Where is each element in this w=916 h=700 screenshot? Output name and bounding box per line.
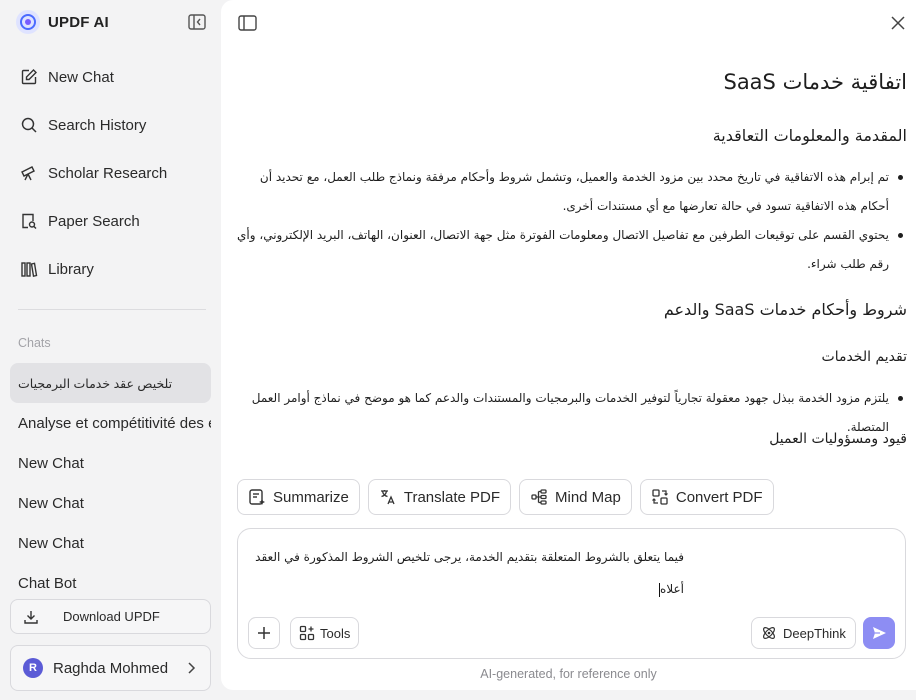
add-attachment-button[interactable]: [248, 617, 280, 649]
nav-new-chat[interactable]: New Chat: [10, 53, 210, 101]
translate-pdf-button[interactable]: Translate PDF: [367, 479, 511, 515]
library-icon: [20, 260, 38, 278]
mind-map-button[interactable]: Mind Map: [519, 479, 632, 515]
user-name: Raghda Mohmed: [53, 659, 169, 677]
toggle-panel-button[interactable]: [238, 15, 258, 31]
chevron-right-icon: [188, 662, 196, 674]
message-input[interactable]: فيما يتعلق بالشروط المتعلقة بتقديم الخدم…: [254, 541, 684, 605]
close-icon: [891, 16, 905, 30]
chat-item[interactable]: New Chat: [10, 523, 211, 563]
sidebar-collapse-icon: [188, 14, 206, 30]
chat-item[interactable]: New Chat: [10, 443, 211, 483]
user-account-button[interactable]: R Raghda Mohmed: [10, 645, 211, 691]
nav-scholar-research[interactable]: Scholar Research: [10, 149, 210, 197]
list-item: يحتوي القسم على توقيعات الطرفين مع تفاصي…: [237, 221, 907, 279]
chat-list: تلخيص عقد خدمات البرمجيات Analyse et com…: [10, 363, 211, 589]
send-icon: [873, 627, 886, 639]
close-button[interactable]: [890, 15, 906, 31]
convert-pdf-button[interactable]: Convert PDF: [639, 479, 774, 515]
summarize-button[interactable]: Summarize: [237, 479, 360, 515]
download-updf-button[interactable]: Download UPDF: [10, 599, 211, 634]
tools-button[interactable]: Tools: [290, 617, 360, 649]
chat-item-active[interactable]: تلخيص عقد خدمات البرمجيات: [10, 363, 211, 403]
doc-title: اتفاقية خدمات SaaS: [723, 70, 907, 94]
panel-toggle-icon: [238, 15, 257, 31]
chat-item[interactable]: Chat Bot: [10, 563, 211, 590]
atom-icon: [763, 627, 775, 639]
list-item: تم إبرام هذه الاتفاقية في تاريخ محدد بين…: [237, 163, 907, 221]
translate-icon: [380, 490, 395, 505]
deepthink-button[interactable]: DeepThink: [751, 617, 856, 649]
nav-paper-search[interactable]: Paper Search: [10, 197, 210, 245]
search-icon: [20, 116, 38, 134]
brand[interactable]: UPDF AI: [16, 10, 109, 34]
download-icon: [24, 610, 38, 624]
telescope-icon: [20, 164, 38, 182]
avatar: R: [23, 658, 43, 678]
sub-heading: تقديم الخدمات: [821, 349, 907, 365]
quick-actions: Summarize Translate PDF Mind Map Convert…: [237, 479, 774, 515]
section-heading: المقدمة والمعلومات التعاقدية: [712, 126, 907, 145]
convert-icon: [651, 489, 668, 505]
tools-icon: [299, 625, 315, 641]
chats-section-label: Chats: [18, 336, 51, 350]
message-composer[interactable]: فيما يتعلق بالشروط المتعلقة بتقديم الخدم…: [237, 528, 906, 659]
chat-item[interactable]: Analyse et compétitivité des entreprises: [10, 403, 211, 443]
section-heading: شروط وأحكام خدمات SaaS والدعم: [663, 300, 907, 319]
nav-library[interactable]: Library: [10, 245, 210, 293]
collapse-sidebar-button[interactable]: [188, 14, 206, 30]
main-panel: اتفاقية خدمات SaaS المقدمة والمعلومات ال…: [221, 0, 916, 690]
document-summary: اتفاقية خدمات SaaS المقدمة والمعلومات ال…: [237, 60, 907, 460]
nav-search-history[interactable]: Search History: [10, 101, 210, 149]
doc-search-icon: [20, 212, 38, 230]
edit-icon: [20, 68, 38, 86]
send-button[interactable]: [863, 617, 895, 649]
sidebar-divider: [18, 309, 206, 310]
sidebar-nav: New Chat Search History Scholar Research…: [10, 53, 210, 293]
chat-item[interactable]: New Chat: [10, 483, 211, 523]
mindmap-icon: [531, 489, 547, 505]
updf-logo-icon: [16, 10, 40, 34]
ai-disclaimer: AI-generated, for reference only: [480, 667, 657, 681]
brand-name: UPDF AI: [48, 13, 109, 31]
summarize-icon: [249, 489, 265, 505]
sidebar: UPDF AI New Chat Search History Scholar …: [0, 0, 220, 700]
sub-heading: قيود ومسؤوليات العميل: [769, 431, 907, 447]
plus-icon: [258, 627, 270, 639]
bullet-list: تم إبرام هذه الاتفاقية في تاريخ محدد بين…: [237, 163, 907, 279]
